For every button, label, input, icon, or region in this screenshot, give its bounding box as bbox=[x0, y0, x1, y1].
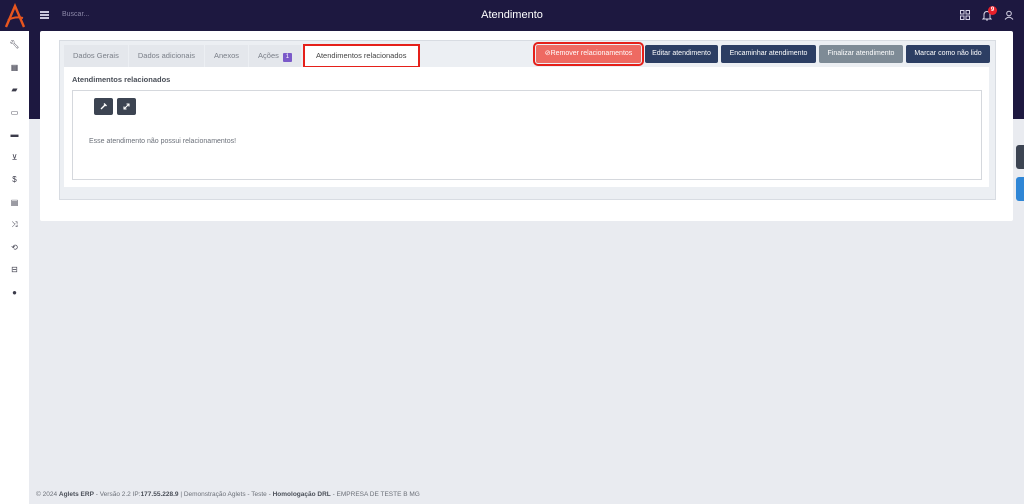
tab-dados-adicionais[interactable]: Dados adicionais bbox=[128, 45, 205, 67]
finish-button[interactable]: Finalizar atendimento bbox=[819, 45, 903, 63]
cart-icon[interactable]: ⊻ bbox=[9, 152, 20, 163]
briefcase-icon[interactable]: ▬ bbox=[9, 129, 20, 140]
tab-dados-gerais[interactable]: Dados Gerais bbox=[64, 45, 129, 67]
pin-button[interactable] bbox=[94, 98, 113, 115]
expand-button[interactable] bbox=[117, 98, 136, 115]
expand-icon bbox=[123, 103, 130, 110]
basket-icon[interactable]: ⊟ bbox=[9, 264, 20, 275]
wrench-icon[interactable]: 🔧︎ bbox=[9, 39, 20, 50]
edit-button[interactable]: Editar atendimento bbox=[645, 45, 718, 63]
remove-relationships-button[interactable]: ⊘Remover relacionamentos bbox=[533, 42, 644, 66]
tab-acoes-label: Ações bbox=[258, 51, 279, 60]
book-icon[interactable]: ▰ bbox=[9, 84, 20, 95]
right-panel-toggle[interactable] bbox=[1016, 145, 1024, 169]
user-icon[interactable]: ● bbox=[9, 287, 20, 298]
page-title: Atendimento bbox=[481, 9, 543, 21]
section-title: Atendimentos relacionados bbox=[72, 75, 171, 84]
apps-grid-icon[interactable] bbox=[960, 10, 970, 23]
mark-unread-button[interactable]: Marcar como não lido bbox=[906, 45, 990, 63]
sidebar: 🔧︎ ▦ ▰ ▭ ▬ ⊻ $ ▤ ⤨ ⟲ ⊟ ● bbox=[0, 31, 29, 504]
pin-icon bbox=[100, 103, 107, 110]
repeat-icon[interactable]: ⟲ bbox=[9, 242, 20, 253]
cash-icon[interactable]: ▭ bbox=[9, 107, 20, 118]
empty-message: Esse atendimento não possui relacionamen… bbox=[89, 138, 237, 145]
tab-anexos[interactable]: Anexos bbox=[204, 45, 250, 67]
dollar-icon[interactable]: $ bbox=[9, 174, 20, 185]
tab-acoes[interactable]: Ações 1 bbox=[249, 45, 302, 67]
notification-badge: 9 bbox=[988, 6, 997, 15]
tab-bar: Dados Gerais Dados adicionais Anexos Açõ… bbox=[64, 44, 421, 68]
tab-atendimentos-relacionados[interactable]: Atendimentos relacionados bbox=[302, 44, 421, 68]
shuffle-icon[interactable]: ⤨ bbox=[9, 219, 20, 230]
tab-acoes-count: 1 bbox=[282, 53, 292, 62]
top-header: Buscar... Atendimento 9 bbox=[0, 0, 1024, 31]
user-profile-icon[interactable] bbox=[1004, 10, 1014, 23]
table-icon[interactable]: ▤ bbox=[9, 197, 20, 208]
relationships-box bbox=[72, 90, 982, 180]
calculator-icon[interactable]: ▦ bbox=[9, 62, 20, 73]
footer: © 2024 Aglets ERP - Versão 2.2 IP:177.55… bbox=[36, 491, 420, 498]
forward-button[interactable]: Encaminhar atendimento bbox=[721, 45, 816, 63]
right-chat-toggle[interactable] bbox=[1016, 177, 1024, 201]
